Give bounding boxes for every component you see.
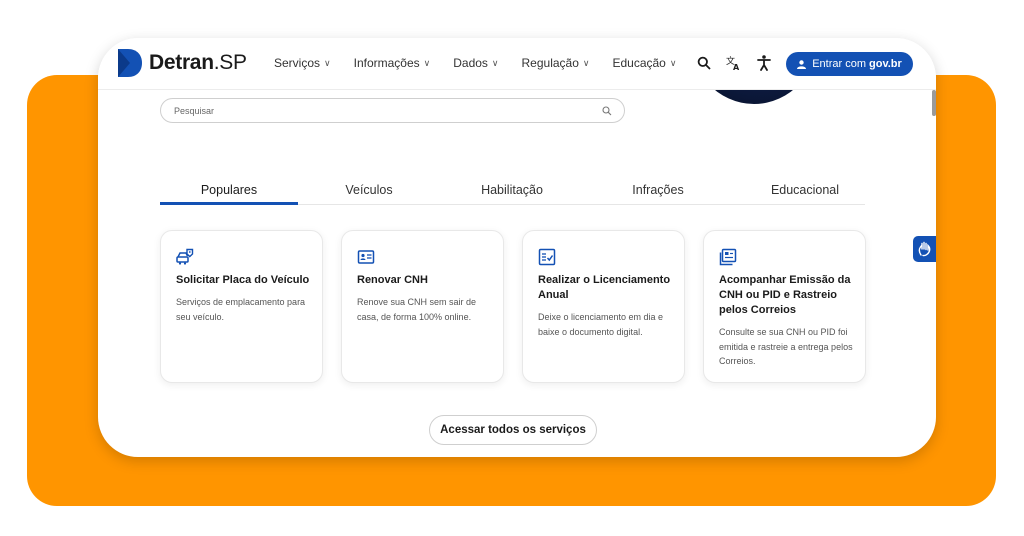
tab-veiculos[interactable]: Veículos (322, 178, 416, 205)
nav-item-informacoes[interactable]: Informações ∨ (354, 56, 431, 70)
vlibras-accessibility-icon[interactable] (913, 236, 936, 262)
nav-item-regulacao[interactable]: Regulação ∨ (522, 56, 590, 70)
search-icon[interactable] (695, 54, 713, 72)
checklist-document-icon (538, 248, 556, 266)
chevron-down-icon: ∨ (491, 57, 499, 68)
search-bar (160, 98, 625, 123)
card-title: Acompanhar Emissão da CNH ou PID e Rastr… (719, 274, 851, 316)
login-govbr-button[interactable]: Entrar com gov.br (786, 52, 913, 76)
search-icon[interactable] (602, 106, 612, 116)
card-description: Renove sua CNH sem sair de casa, de form… (357, 297, 477, 322)
user-icon (797, 59, 807, 69)
service-card-licenciamento[interactable]: Realizar o Licenciamento Anual Deixe o l… (522, 230, 685, 383)
search-input[interactable] (174, 104, 594, 118)
service-card-renovar-cnh[interactable]: Renovar CNH Renove sua CNH sem sair de c… (341, 230, 504, 383)
nav-item-servicos[interactable]: Serviços ∨ (274, 56, 331, 70)
chevron-down-icon: ∨ (423, 57, 431, 68)
service-card-acompanhar-emissao[interactable]: Acompanhar Emissão da CNH ou PID e Rastr… (703, 230, 866, 383)
card-title: Realizar o Licenciamento Anual (538, 274, 671, 301)
tab-habilitacao[interactable]: Habilitação (465, 178, 559, 205)
service-card-placa[interactable]: Solicitar Placa do Veículo Serviços de e… (160, 230, 323, 383)
scrollbar-thumb[interactable] (932, 90, 936, 116)
main-nav: Serviços ∨ Informações ∨ Dados ∨ Regulação ∨… (274, 56, 699, 70)
browser-window: Detran.SP Serviços ∨ Informações ∨ Dados ∨ … (98, 38, 936, 457)
svg-text:A: A (733, 63, 740, 71)
logo-text: Detran.SP (149, 51, 247, 74)
card-title: Solicitar Placa do Veículo (176, 274, 310, 286)
chevron-down-icon: ∨ (669, 57, 677, 68)
detran-logo-icon (118, 49, 142, 77)
card-description: Deixe o licenciamento em dia e baixe o d… (538, 312, 664, 337)
tab-educacional[interactable]: Educacional (754, 178, 856, 205)
site-header: Detran.SP Serviços ∨ Informações ∨ Dados ∨ … (98, 38, 936, 90)
license-card-icon (357, 250, 375, 264)
detran-logo[interactable]: Detran.SP (118, 49, 247, 77)
category-tabs: Populares Veículos Habilitação Infrações… (160, 178, 865, 205)
tab-populares[interactable]: Populares (160, 178, 298, 205)
tab-infracoes[interactable]: Infrações (611, 178, 705, 205)
translate-icon[interactable]: 文A (725, 54, 743, 72)
nav-item-dados[interactable]: Dados ∨ (453, 56, 498, 70)
view-all-services-button[interactable]: Acessar todos os serviços (429, 415, 597, 445)
vehicle-plate-icon (176, 248, 194, 265)
header-tools: 文A (695, 54, 785, 72)
card-description: Consulte se sua CNH ou PID foi emitida e… (719, 327, 853, 366)
card-title: Renovar CNH (357, 274, 428, 286)
nav-item-educacao[interactable]: Educação ∨ (612, 56, 676, 70)
chevron-down-icon: ∨ (582, 57, 590, 68)
accessibility-icon[interactable] (755, 54, 773, 72)
chevron-down-icon: ∨ (324, 57, 331, 68)
card-description: Serviços de emplacamento para seu veícul… (176, 297, 306, 322)
tracking-document-icon (719, 248, 737, 266)
